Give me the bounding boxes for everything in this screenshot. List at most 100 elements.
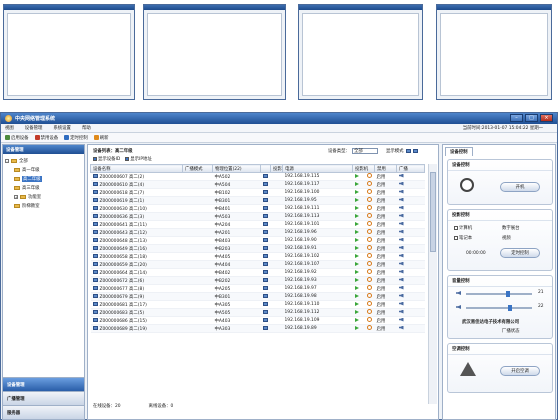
projector-timer-button[interactable]: 定时控制 xyxy=(500,248,540,258)
nav-button[interactable]: 设备管理 xyxy=(3,377,84,391)
refresh-button[interactable]: 刷新 xyxy=(93,135,109,141)
menu-device[interactable]: 设备管理 xyxy=(25,125,43,131)
table-row[interactable]: Z000000630 高二(10) 中B401 192.168.19.111 启用 xyxy=(90,204,425,213)
column-header[interactable]: 设备名称 xyxy=(90,164,183,173)
table-row[interactable]: Z000000618 高二(7) 中B102 192.168.19.100 启用 xyxy=(90,188,425,197)
table-row[interactable]: Z000000679 高二(9) 中B301 192.168.19.98 启用 xyxy=(90,292,425,301)
table-row[interactable]: Z000000683 高二(5) 中A505 192.168.19.112 启用 xyxy=(90,308,425,317)
table-row[interactable]: Z000000659 高二(20) 中A404 192.168.19.107 启用 xyxy=(90,260,425,269)
location: 中A405 xyxy=(212,252,261,261)
grid-view-icon[interactable] xyxy=(412,149,418,153)
table-row[interactable]: Z000000681 高二(17) 中A305 192.168.19.110 启用 xyxy=(90,300,425,309)
tree-node[interactable]: 高一年级 xyxy=(5,165,42,174)
table-row[interactable]: Z000000672 高二(6) 中B202 192.168.19.93 启用 xyxy=(90,276,425,285)
play-icon xyxy=(354,246,359,250)
device-name: Z000000648 高二(13) xyxy=(90,236,183,245)
tree-node[interactable]: - 全部 xyxy=(5,156,42,165)
list-view-icon[interactable] xyxy=(405,149,411,153)
table-row[interactable]: Z000000641 高二(11) 中A204 192.168.19.101 启用 xyxy=(90,220,425,229)
ip-address: 192.168.19.102 xyxy=(282,252,353,261)
broadcast-icon xyxy=(396,212,425,221)
ip-address: 192.168.19.93 xyxy=(282,276,353,285)
menu-help[interactable]: 帮助 xyxy=(82,125,91,131)
device-type-select[interactable]: 全部 xyxy=(351,148,378,154)
ip-address: 192.168.19.92 xyxy=(282,268,353,277)
source-video-radio[interactable]: 视频 xyxy=(502,235,511,241)
source-computer-radio[interactable]: 计算机 xyxy=(454,225,472,231)
column-header[interactable]: 广播模式 xyxy=(182,164,213,173)
projector-icon xyxy=(262,197,268,202)
column-header[interactable]: 物理位置(22) xyxy=(212,164,261,173)
broadcast-icon xyxy=(396,316,425,325)
spacer xyxy=(270,236,283,245)
column-header[interactable] xyxy=(260,164,271,173)
spacer xyxy=(270,180,283,189)
speaker-icon xyxy=(398,213,404,218)
disable-device-button[interactable]: 禁用设备 xyxy=(34,135,58,141)
column-header[interactable]: 投影机 xyxy=(352,164,375,173)
power-icon xyxy=(366,205,372,210)
column-header[interactable]: 投影 xyxy=(270,164,283,173)
show-id-checkbox[interactable]: 显示设备ID xyxy=(93,156,120,162)
power-icon xyxy=(366,245,372,250)
table-row[interactable]: Z000000649 高二(16) 中B203 192.168.19.91 启用 xyxy=(90,244,425,253)
projector-icon xyxy=(260,260,271,269)
maximize-button[interactable]: □ xyxy=(525,114,538,122)
speaker-icon xyxy=(398,245,404,250)
device-name: Z000000649 高二(16) xyxy=(90,244,183,253)
close-button[interactable]: × xyxy=(540,114,553,122)
nav-button[interactable]: 服务器 xyxy=(3,405,84,419)
power-on-button[interactable]: 开机 xyxy=(500,182,540,192)
speaker-icon xyxy=(398,221,404,226)
enable-status: 启用 xyxy=(374,196,397,205)
enable-status: 启用 xyxy=(374,236,397,245)
volume-slider-1[interactable] xyxy=(466,291,532,297)
column-header[interactable]: 广播 xyxy=(396,164,425,173)
device-list-crumb: 设备列表：高二年级 xyxy=(93,149,133,154)
menu-settings[interactable]: 系统设置 xyxy=(53,125,71,131)
minimize-button[interactable]: – xyxy=(510,114,523,122)
table-row[interactable]: Z000000619 高二(1) 中B301 192.168.19.95 启用 xyxy=(90,196,425,205)
table-row[interactable]: Z000000607 高二(2) 中A502 192.168.19.115 启用 xyxy=(90,172,425,181)
table-row[interactable]: Z000000689 高二(19) 中A303 192.168.19.89 启用 xyxy=(90,324,425,333)
menu-view[interactable]: 视图 xyxy=(5,125,14,131)
source-booth-radio[interactable]: 数字展台 xyxy=(502,225,520,231)
power-state-icon xyxy=(352,324,375,333)
table-scrollbar[interactable] xyxy=(428,164,437,404)
enable-status: 启用 xyxy=(374,180,397,189)
tree-node[interactable]: + 功能室 xyxy=(5,192,42,201)
column-header[interactable]: 禁用 xyxy=(374,164,397,173)
table-row[interactable]: Z000000658 高二(18) 中A405 192.168.19.102 启用 xyxy=(90,252,425,261)
table-row[interactable]: Z000000686 高二(15) 中A403 192.168.19.109 启用 xyxy=(90,316,425,325)
tree-node[interactable]: 高二年级 xyxy=(5,174,42,183)
projector-icon xyxy=(262,325,268,330)
enable-status: 启用 xyxy=(374,268,397,277)
aircon-on-button[interactable]: 开启空调 xyxy=(500,366,540,376)
enable-device-button[interactable]: 启用设备 xyxy=(5,135,29,141)
tab-device-control[interactable]: 设备控制 xyxy=(445,147,473,156)
table-row[interactable]: Z000000636 高二(3) 中A503 192.168.19.113 启用 xyxy=(90,212,425,221)
timer-control-button[interactable]: 定时控制 xyxy=(64,135,88,141)
volume-slider-2[interactable] xyxy=(466,305,532,311)
table-row[interactable]: Z000000643 高二(12) 中A201 192.168.19.96 启用 xyxy=(90,228,425,237)
expander-icon[interactable]: + xyxy=(14,194,18,199)
expander-icon[interactable]: - xyxy=(5,158,9,163)
column-header[interactable]: 电源 xyxy=(282,164,353,173)
tree-node[interactable]: 高三年级 xyxy=(5,183,42,192)
tree-node[interactable]: 阶梯教室 xyxy=(5,201,42,210)
menu-bar: 视图 设备管理 系统设置 帮助 当前时间:2013-01-07 15:04:22… xyxy=(1,124,557,133)
table-row[interactable]: Z000000664 高二(14) 中B402 192.168.19.92 启用 xyxy=(90,268,425,277)
source-laptop-radio[interactable]: 笔记本 xyxy=(454,235,472,241)
nav-button[interactable]: 广播管理 xyxy=(3,391,84,405)
spacer xyxy=(270,308,283,317)
device-list-panel: 设备列表：高二年级 显示设备ID 显示IP地址 设备类型： 全部 显示模式 设备… xyxy=(87,144,439,420)
location: 中B401 xyxy=(212,204,261,213)
table-row[interactable]: Z000000648 高二(13) 中B403 192.168.19.90 启用 xyxy=(90,236,425,245)
enable-status: 启用 xyxy=(374,252,397,261)
play-icon xyxy=(354,206,359,210)
show-ip-checkbox[interactable]: 显示IP地址 xyxy=(125,156,152,162)
table-row[interactable]: Z000000610 高二(4) 中A504 192.168.19.117 启用 xyxy=(90,180,425,189)
enable-status: 启用 xyxy=(374,324,397,333)
table-row[interactable]: Z000000677 高二(8) 中A205 192.168.19.97 启用 xyxy=(90,284,425,293)
location: 中A503 xyxy=(212,212,261,221)
